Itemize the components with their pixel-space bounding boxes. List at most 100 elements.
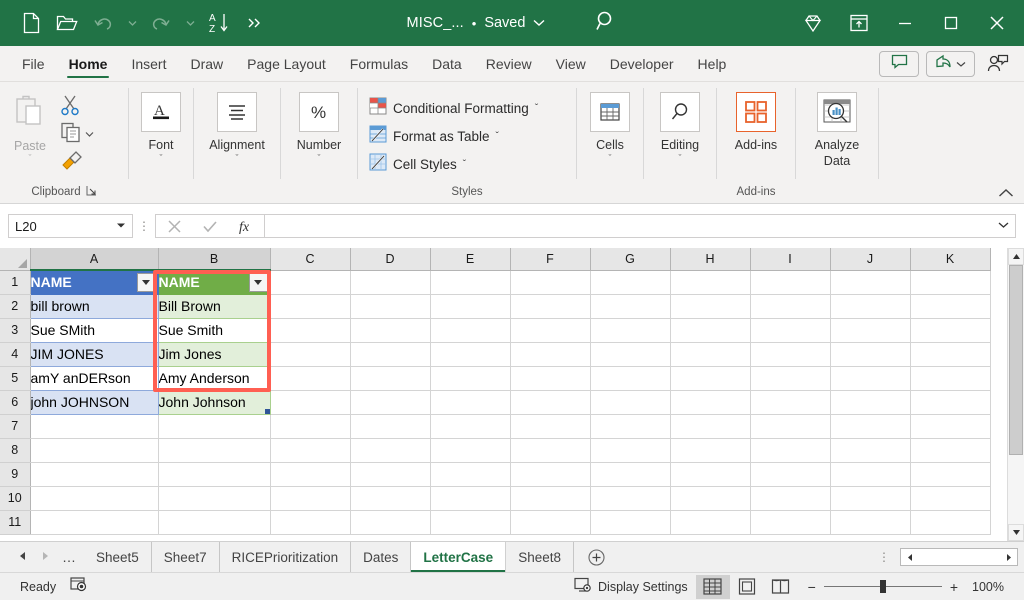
sheet-tab-sheet8[interactable]: Sheet8: [506, 542, 574, 572]
column-header-b[interactable]: B: [158, 248, 270, 270]
cell-a3[interactable]: Sue SMith: [30, 318, 158, 342]
cell-d6[interactable]: [350, 390, 430, 414]
cell-i8[interactable]: [750, 438, 830, 462]
name-box[interactable]: L20: [8, 214, 133, 238]
analyze-data-button[interactable]: Analyze Data: [796, 88, 878, 169]
cell-d8[interactable]: [350, 438, 430, 462]
alignment-dropdown-caret[interactable]: ˇ: [236, 154, 239, 163]
column-header-f[interactable]: F: [510, 248, 590, 270]
cell-h11[interactable]: [670, 510, 750, 534]
cell-d2[interactable]: [350, 294, 430, 318]
document-title[interactable]: MISC_...: [407, 15, 464, 31]
cell-f6[interactable]: [510, 390, 590, 414]
cell-j8[interactable]: [830, 438, 910, 462]
cell-g11[interactable]: [590, 510, 670, 534]
cell-e8[interactable]: [430, 438, 510, 462]
row-header-1[interactable]: 1: [0, 270, 30, 294]
conditional-formatting-caret[interactable]: ˇ: [535, 103, 538, 114]
cell-b9[interactable]: [158, 462, 270, 486]
more-commands-icon[interactable]: [238, 7, 272, 39]
format-as-table-caret[interactable]: ˇ: [496, 131, 499, 142]
tab-file[interactable]: File: [10, 46, 57, 81]
cell-i7[interactable]: [750, 414, 830, 438]
format-as-table-button[interactable]: Format as Table ˇ: [364, 124, 543, 149]
cell-j3[interactable]: [830, 318, 910, 342]
cell-b4[interactable]: Jim Jones: [158, 342, 270, 366]
minimize-button[interactable]: [882, 0, 928, 46]
cell-j11[interactable]: [830, 510, 910, 534]
cell-g10[interactable]: [590, 486, 670, 510]
cell-a4[interactable]: JIM JONES: [30, 342, 158, 366]
row-header-11[interactable]: 11: [0, 510, 30, 534]
copy-dropdown-caret[interactable]: [85, 125, 94, 143]
cell-d10[interactable]: [350, 486, 430, 510]
normal-view-button[interactable]: [696, 575, 730, 599]
cell-h8[interactable]: [670, 438, 750, 462]
cell-d7[interactable]: [350, 414, 430, 438]
cancel-icon[interactable]: [156, 215, 192, 237]
add-people-icon[interactable]: [982, 51, 1014, 77]
cell-e6[interactable]: [430, 390, 510, 414]
cell-g7[interactable]: [590, 414, 670, 438]
cells-dropdown-caret[interactable]: ˇ: [609, 154, 612, 163]
format-painter-button[interactable]: [60, 148, 94, 174]
close-button[interactable]: [974, 0, 1020, 46]
display-settings-button[interactable]: Display Settings: [566, 575, 696, 599]
cell-g4[interactable]: [590, 342, 670, 366]
cell-d1[interactable]: [350, 270, 430, 294]
cell-a10[interactable]: [30, 486, 158, 510]
cell-i1[interactable]: [750, 270, 830, 294]
cell-d5[interactable]: [350, 366, 430, 390]
page-break-view-button[interactable]: [764, 575, 798, 599]
editing-dropdown-caret[interactable]: ˇ: [679, 154, 682, 163]
sheet-nav-next-icon[interactable]: [41, 551, 50, 564]
cell-k9[interactable]: [910, 462, 990, 486]
zoom-in-button[interactable]: +: [950, 579, 958, 595]
tab-formulas[interactable]: Formulas: [338, 46, 420, 81]
cell-j4[interactable]: [830, 342, 910, 366]
cell-k5[interactable]: [910, 366, 990, 390]
sort-az-icon[interactable]: AZ: [202, 7, 236, 39]
clipboard-dialog-launcher-icon[interactable]: [86, 185, 97, 199]
zoom-slider[interactable]: [824, 586, 942, 587]
cell-b6[interactable]: John Johnson: [158, 390, 270, 414]
cell-i5[interactable]: [750, 366, 830, 390]
alignment-button[interactable]: Alignment ˇ: [194, 88, 280, 163]
cell-i10[interactable]: [750, 486, 830, 510]
collapse-ribbon-button[interactable]: [998, 187, 1014, 201]
cell-k8[interactable]: [910, 438, 990, 462]
cell-j6[interactable]: [830, 390, 910, 414]
cell-j9[interactable]: [830, 462, 910, 486]
cell-f5[interactable]: [510, 366, 590, 390]
cell-e5[interactable]: [430, 366, 510, 390]
cell-i4[interactable]: [750, 342, 830, 366]
row-header-6[interactable]: 6: [0, 390, 30, 414]
tab-help[interactable]: Help: [686, 46, 739, 81]
column-header-e[interactable]: E: [430, 248, 510, 270]
cell-a1[interactable]: NAME: [30, 270, 158, 294]
share-dropdown-icon[interactable]: [956, 55, 966, 73]
cell-g1[interactable]: [590, 270, 670, 294]
cell-k1[interactable]: [910, 270, 990, 294]
cell-a2[interactable]: bill brown: [30, 294, 158, 318]
column-header-a[interactable]: A: [30, 248, 158, 270]
tab-developer[interactable]: Developer: [598, 46, 686, 81]
cell-f9[interactable]: [510, 462, 590, 486]
row-header-7[interactable]: 7: [0, 414, 30, 438]
zoom-slider-thumb[interactable]: [880, 580, 886, 593]
sheet-tab-dates[interactable]: Dates: [351, 542, 411, 572]
row-header-9[interactable]: 9: [0, 462, 30, 486]
cell-g5[interactable]: [590, 366, 670, 390]
cell-a11[interactable]: [30, 510, 158, 534]
cell-a6[interactable]: john JOHNSON: [30, 390, 158, 414]
cell-h3[interactable]: [670, 318, 750, 342]
open-folder-icon[interactable]: [50, 7, 84, 39]
cell-h5[interactable]: [670, 366, 750, 390]
row-header-8[interactable]: 8: [0, 438, 30, 462]
horizontal-scrollbar[interactable]: [900, 548, 1018, 566]
cell-c6[interactable]: [270, 390, 350, 414]
cell-d3[interactable]: [350, 318, 430, 342]
cell-g6[interactable]: [590, 390, 670, 414]
cell-e2[interactable]: [430, 294, 510, 318]
cell-i6[interactable]: [750, 390, 830, 414]
